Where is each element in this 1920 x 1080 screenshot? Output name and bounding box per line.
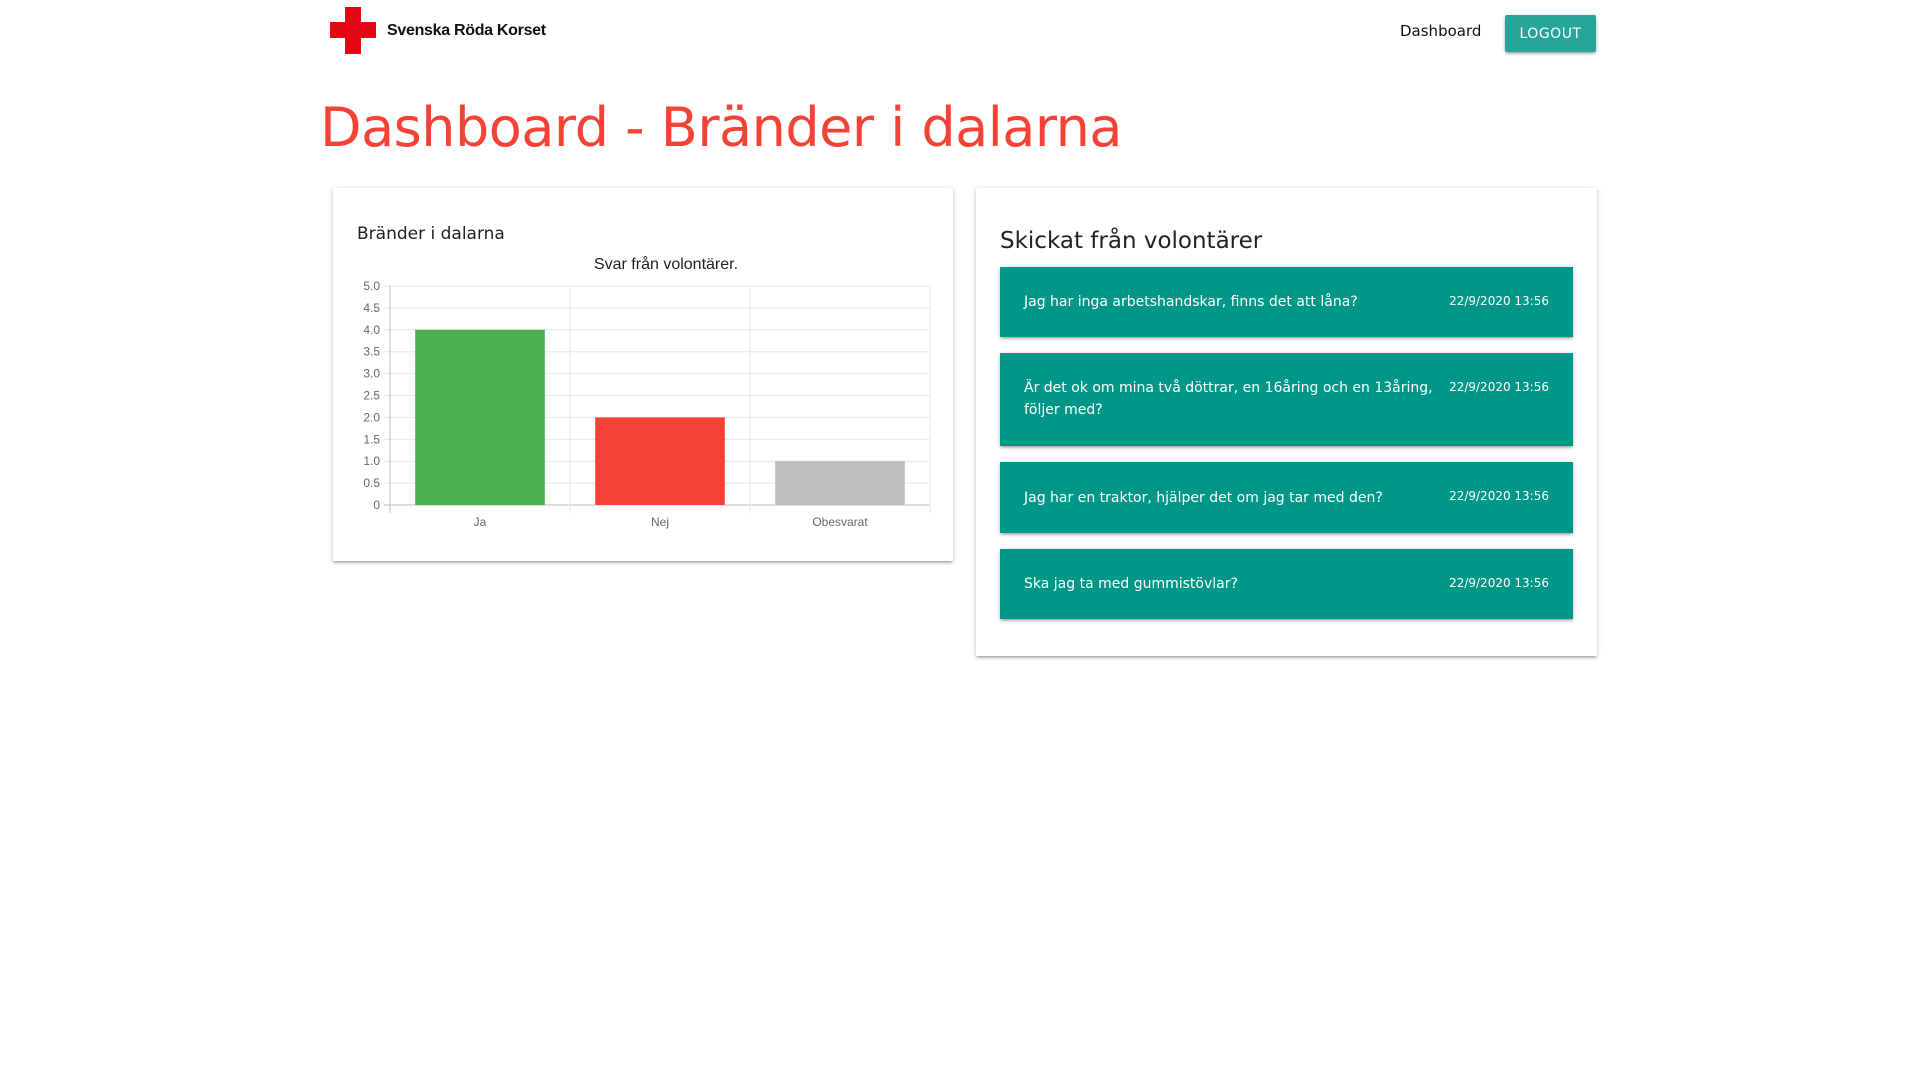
message-text: Är det ok om mina två döttrar, en 16årin… bbox=[1024, 380, 1433, 418]
y-tick-label: 4.0 bbox=[363, 323, 380, 337]
message-time: 22/9/2020 13:56 bbox=[1449, 489, 1549, 503]
navbar: Svenska Röda Korset Dashboard LOGOUT bbox=[0, 0, 1920, 64]
message-item[interactable]: Jag har inga arbetshandskar, finns det a… bbox=[1000, 267, 1573, 337]
y-tick-label: 3.5 bbox=[363, 345, 380, 359]
bar-ja[interactable] bbox=[415, 329, 545, 505]
page-title: Dashboard - Bränder i dalarna bbox=[320, 96, 1122, 159]
logo[interactable]: Svenska Röda Korset bbox=[330, 7, 546, 54]
x-tick-label: Ja bbox=[474, 515, 487, 529]
bar-nej[interactable] bbox=[595, 417, 725, 505]
chart-card: Bränder i dalarna Svar från volontärer. … bbox=[333, 188, 953, 561]
y-tick-label: 0 bbox=[373, 498, 380, 512]
messages-card: Skickat från volontärer Jag har inga arb… bbox=[976, 188, 1597, 656]
messages-card-title: Skickat från volontärer bbox=[1000, 228, 1263, 254]
y-tick-label: 5.0 bbox=[363, 279, 380, 293]
y-tick-label: 2.0 bbox=[363, 410, 380, 424]
y-tick-label: 1.0 bbox=[363, 454, 380, 468]
message-time: 22/9/2020 13:56 bbox=[1449, 294, 1549, 308]
red-cross-icon bbox=[330, 7, 376, 54]
message-text: Jag har inga arbetshandskar, finns det a… bbox=[1024, 294, 1358, 310]
logout-button[interactable]: LOGOUT bbox=[1505, 15, 1596, 52]
message-text: Jag har en traktor, hjälper det om jag t… bbox=[1024, 490, 1383, 506]
message-item[interactable]: Jag har en traktor, hjälper det om jag t… bbox=[1000, 462, 1573, 533]
y-tick-label: 0.5 bbox=[363, 476, 380, 490]
message-time: 22/9/2020 13:56 bbox=[1449, 576, 1549, 590]
bar-obesvarat[interactable] bbox=[775, 461, 905, 505]
y-tick-label: 4.5 bbox=[363, 301, 380, 315]
chart-title: Svar från volontärer. bbox=[594, 255, 738, 273]
message-time: 22/9/2020 13:56 bbox=[1449, 380, 1549, 394]
bar-chart: Svar från volontärer. 0 0.5 1.0 1.5 2.0 2.5 3.… bbox=[363, 255, 931, 529]
y-tick-label: 2.5 bbox=[363, 389, 380, 403]
brand-name: Svenska Röda Korset bbox=[387, 21, 546, 39]
chart-card-title: Bränder i dalarna bbox=[357, 224, 505, 244]
x-tick-label: Nej bbox=[651, 515, 669, 529]
y-tick-label: 1.5 bbox=[363, 432, 380, 446]
nav-dashboard-link[interactable]: Dashboard bbox=[1400, 22, 1481, 40]
message-item[interactable]: Är det ok om mina två döttrar, en 16årin… bbox=[1000, 353, 1573, 446]
message-text: Ska jag ta med gummistövlar? bbox=[1024, 576, 1238, 592]
x-tick-label: Obesvarat bbox=[812, 515, 868, 529]
y-tick-label: 3.0 bbox=[363, 367, 380, 381]
message-item[interactable]: Ska jag ta med gummistövlar? 22/9/2020 1… bbox=[1000, 549, 1573, 619]
